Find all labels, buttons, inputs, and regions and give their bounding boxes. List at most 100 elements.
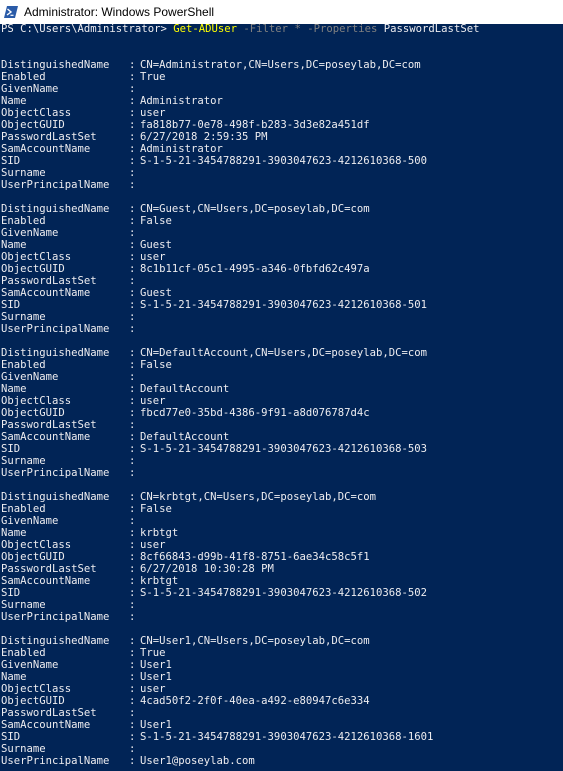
- property-separator: :: [129, 443, 136, 455]
- property-separator: :: [129, 599, 136, 611]
- property-separator: :: [129, 299, 136, 311]
- property-name: SamAccountName: [1, 287, 91, 299]
- property-separator: :: [129, 503, 136, 515]
- property-name: Enabled: [1, 503, 46, 515]
- property-separator: :: [129, 395, 136, 407]
- property-name: SID: [1, 443, 21, 455]
- property-name: ObjectClass: [1, 251, 72, 263]
- property-value: False: [140, 215, 172, 227]
- property-name: SID: [1, 731, 21, 743]
- property-name: Surname: [1, 311, 46, 323]
- property-value: Guest: [140, 239, 172, 251]
- property-value: user: [140, 107, 166, 119]
- property-name: PasswordLastSet: [1, 275, 97, 287]
- property-separator: :: [129, 215, 136, 227]
- property-name: GivenName: [1, 515, 59, 527]
- property-separator: :: [129, 347, 136, 359]
- property-value: User1@poseylab.com: [140, 755, 255, 767]
- property-separator: :: [129, 611, 136, 623]
- property-name: ObjectGUID: [1, 695, 65, 707]
- property-value: User1: [140, 659, 172, 671]
- property-name: ObjectGUID: [1, 407, 65, 419]
- filter-parameter: -Filter: [243, 24, 289, 35]
- property-name: DistinguishedName: [1, 347, 110, 359]
- property-separator: :: [129, 263, 136, 275]
- property-separator: :: [129, 587, 136, 599]
- property-name: GivenName: [1, 371, 59, 383]
- property-separator: :: [129, 491, 136, 503]
- property-value: CN=Administrator,CN=Users,DC=poseylab,DC…: [140, 59, 421, 71]
- property-name: DistinguishedName: [1, 491, 110, 503]
- property-separator: :: [129, 551, 136, 563]
- powershell-icon: [4, 6, 18, 18]
- property-separator: :: [129, 359, 136, 371]
- property-separator: :: [129, 227, 136, 239]
- property-name: PasswordLastSet: [1, 707, 97, 719]
- property-value: DefaultAccount: [140, 383, 230, 395]
- property-name: Surname: [1, 167, 46, 179]
- property-name: Name: [1, 671, 27, 683]
- property-name: DistinguishedName: [1, 203, 110, 215]
- property-separator: :: [129, 431, 136, 443]
- property-separator: :: [129, 647, 136, 659]
- property-name: UserPrincipalName: [1, 611, 110, 623]
- property-value: user: [140, 683, 166, 695]
- property-name: Name: [1, 383, 27, 395]
- property-name: PasswordLastSet: [1, 131, 97, 143]
- property-value: Guest: [140, 287, 172, 299]
- property-separator: :: [129, 143, 136, 155]
- property-name: SamAccountName: [1, 575, 91, 587]
- property-separator: :: [129, 155, 136, 167]
- properties-value: PasswordLastSet: [383, 24, 480, 35]
- property-name: UserPrincipalName: [1, 323, 110, 335]
- property-separator: :: [129, 95, 136, 107]
- property-name: Name: [1, 95, 27, 107]
- property-value: fbcd77e0-35bd-4386-9f91-a8d076787d4c: [140, 407, 370, 419]
- property-name: Name: [1, 239, 27, 251]
- property-separator: :: [129, 467, 136, 479]
- property-value: CN=krbtgt,CN=Users,DC=poseylab,DC=com: [140, 491, 376, 503]
- property-separator: :: [129, 203, 136, 215]
- property-separator: :: [129, 515, 136, 527]
- property-name: SamAccountName: [1, 143, 91, 155]
- command-prompt-line: PS C:\Users\Administrator> Get-ADUser -F…: [1, 24, 479, 35]
- property-separator: :: [129, 455, 136, 467]
- property-separator: :: [129, 563, 136, 575]
- property-name: Enabled: [1, 359, 46, 371]
- property-value: DefaultAccount: [140, 431, 230, 443]
- property-value: CN=Guest,CN=Users,DC=poseylab,DC=com: [140, 203, 370, 215]
- property-separator: :: [129, 179, 136, 191]
- property-name: ObjectClass: [1, 539, 72, 551]
- cmdlet-name: Get-ADUser: [173, 24, 237, 35]
- property-separator: :: [129, 731, 136, 743]
- property-name: PasswordLastSet: [1, 563, 97, 575]
- property-separator: :: [129, 719, 136, 731]
- property-separator: :: [129, 371, 136, 383]
- property-separator: :: [129, 683, 136, 695]
- property-name: Name: [1, 527, 27, 539]
- property-name: GivenName: [1, 659, 59, 671]
- property-value: krbtgt: [140, 575, 179, 587]
- property-value: fa818b77-0e78-498f-b283-3d3e82a451df: [140, 119, 370, 131]
- property-name: DistinguishedName: [1, 635, 110, 647]
- property-value: 6/27/2018 10:30:28 PM: [140, 563, 274, 575]
- property-value: 8cf66843-d99b-41f8-8751-6ae34c58c5f1: [140, 551, 370, 563]
- property-value: True: [140, 71, 166, 83]
- title-bar[interactable]: Administrator: Windows PowerShell: [0, 0, 563, 24]
- property-value: user: [140, 395, 166, 407]
- property-value: True: [140, 647, 166, 659]
- property-name: Enabled: [1, 647, 46, 659]
- property-separator: :: [129, 671, 136, 683]
- console-output[interactable]: PS C:\Users\Administrator> Get-ADUser -F…: [0, 24, 563, 771]
- property-value: S-1-5-21-3454788291-3903047623-421261036…: [140, 443, 428, 455]
- property-separator: :: [129, 383, 136, 395]
- property-value: 8c1b11cf-05c1-4995-a346-0fbfd62c497a: [140, 263, 370, 275]
- property-value: S-1-5-21-3454788291-3903047623-421261036…: [140, 299, 428, 311]
- property-separator: :: [129, 131, 136, 143]
- property-value: User1: [140, 719, 172, 731]
- property-name: GivenName: [1, 227, 59, 239]
- property-value: S-1-5-21-3454788291-3903047623-421261036…: [140, 731, 434, 743]
- property-separator: :: [129, 527, 136, 539]
- property-value: 4cad50f2-2f0f-40ea-a492-e80947c6e334: [140, 695, 370, 707]
- property-name: GivenName: [1, 83, 59, 95]
